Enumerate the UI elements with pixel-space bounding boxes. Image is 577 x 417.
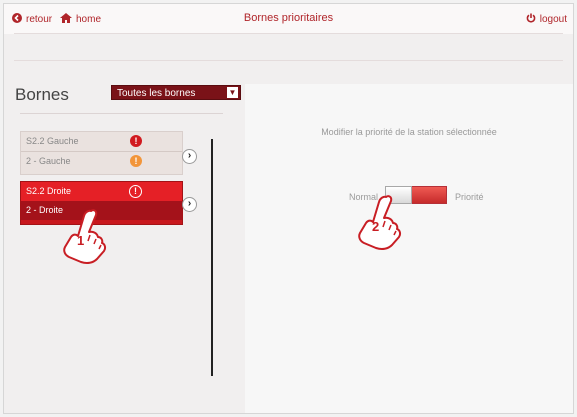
panel-title: Bornes	[15, 85, 69, 104]
alert-red-icon: !	[130, 135, 142, 147]
power-icon	[526, 13, 536, 26]
header-divider	[14, 60, 563, 61]
instruction-text: Modifier la priorité de la station sélec…	[321, 127, 497, 137]
station-filter-select[interactable]: Toutes les bornes ▼	[111, 85, 241, 100]
panel-divider	[20, 113, 223, 114]
annotation-number: 1	[77, 233, 85, 248]
alert-orange-icon: !	[130, 155, 142, 167]
tap-hand-icon: 2	[352, 193, 404, 251]
panel-separator-line	[211, 139, 213, 376]
station-name-row: S2.2 Droite !	[21, 182, 182, 201]
annotation-number: 2	[372, 219, 380, 234]
logout-link[interactable]: logout	[526, 13, 567, 26]
station-card[interactable]: S2.2 Gauche ! 2 - Gauche !	[20, 131, 183, 175]
page-title: Bornes prioritaires	[243, 12, 334, 24]
station-name-row: S2.2 Gauche !	[21, 132, 182, 151]
station-sub-row: 2 - Gauche !	[21, 151, 182, 171]
toggle-on-label: Priorité	[455, 192, 484, 202]
chevron-right-icon[interactable]: ›	[182, 149, 197, 164]
alert-outline-icon: !	[129, 185, 142, 198]
top-divider	[14, 33, 563, 34]
chevron-down-icon: ▼	[227, 87, 238, 98]
tap-hand-icon: 1	[57, 207, 109, 265]
chevron-right-icon[interactable]: ›	[182, 197, 197, 212]
top-bar: retour home Bornes prioritaires logout	[4, 4, 573, 34]
